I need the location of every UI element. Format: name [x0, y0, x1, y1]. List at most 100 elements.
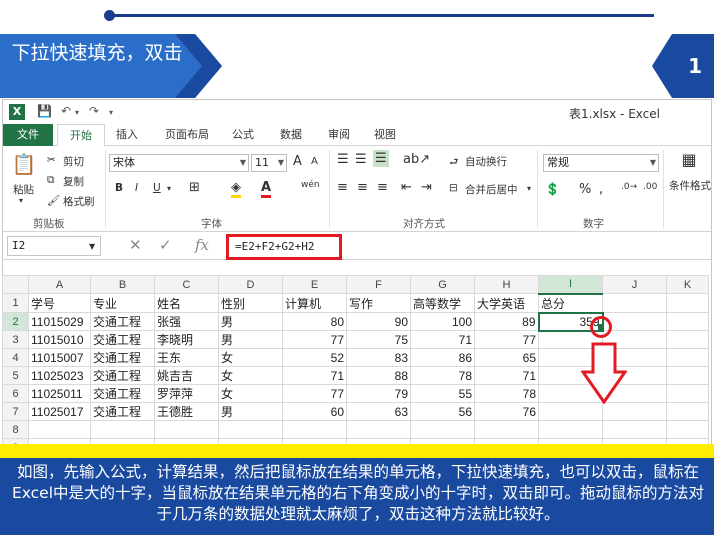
cell[interactable]: 55 — [410, 384, 475, 403]
cell[interactable] — [538, 402, 603, 421]
cell[interactable]: 王东 — [154, 348, 219, 367]
cell[interactable] — [538, 420, 603, 439]
cell[interactable]: 79 — [346, 384, 411, 403]
copy-icon[interactable]: ⧉ — [47, 174, 55, 187]
cell[interactable]: 女 — [218, 384, 283, 403]
row-header[interactable]: 1 — [2, 293, 29, 313]
cell[interactable] — [218, 420, 283, 439]
shrink-font-button[interactable]: A — [311, 156, 318, 167]
enter-icon[interactable]: ✓ — [159, 236, 172, 254]
cell[interactable] — [602, 312, 667, 331]
cell[interactable] — [28, 420, 91, 439]
cell[interactable]: 52 — [282, 348, 347, 367]
cell[interactable]: 男 — [218, 330, 283, 349]
cell[interactable]: 交通工程 — [90, 312, 155, 331]
formula-input[interactable]: =E2+F2+G2+H2 — [235, 240, 314, 253]
underline-dropdown-icon[interactable]: ▾ — [167, 184, 171, 193]
cell[interactable]: 78 — [410, 366, 475, 385]
cell[interactable]: 总分 — [538, 293, 603, 313]
row-header[interactable]: 5 — [2, 366, 29, 385]
column-header[interactable]: B — [90, 275, 155, 294]
cell[interactable]: 计算机 — [282, 293, 347, 313]
cell[interactable]: 张强 — [154, 312, 219, 331]
cell[interactable]: 60 — [282, 402, 347, 421]
cell[interactable]: 75 — [346, 330, 411, 349]
align-bottom-icon[interactable]: ☰ — [373, 150, 389, 167]
cell[interactable]: 63 — [346, 402, 411, 421]
align-middle-icon[interactable]: ☰ — [355, 152, 367, 167]
cut-button[interactable]: 剪切 — [63, 154, 84, 169]
wrap-text-button[interactable]: 自动换行 — [465, 154, 507, 169]
select-all-corner[interactable] — [2, 275, 29, 294]
merge-center-icon[interactable]: ⊟ — [449, 182, 458, 194]
paste-icon[interactable]: 📋 — [11, 152, 37, 178]
cancel-icon[interactable]: ✕ — [129, 236, 142, 254]
redo-icon[interactable]: ↷ — [89, 104, 99, 118]
cell[interactable] — [410, 420, 475, 439]
font-color-icon[interactable]: A — [261, 180, 272, 198]
tab-home[interactable]: 开始 — [57, 124, 105, 147]
cell[interactable]: 86 — [410, 348, 475, 367]
name-box-dropdown-icon[interactable]: ▼ — [89, 242, 95, 251]
font-name-select[interactable]: 宋体 ▼ — [109, 154, 249, 172]
row-header[interactable]: 3 — [2, 330, 29, 349]
cell[interactable]: 88 — [346, 366, 411, 385]
align-left-icon[interactable]: ≡ — [337, 180, 348, 195]
row-header[interactable]: 4 — [2, 348, 29, 367]
cell[interactable]: 交通工程 — [90, 402, 155, 421]
cell[interactable]: 罗萍萍 — [154, 384, 219, 403]
cell[interactable]: 65 — [474, 348, 539, 367]
conditional-formatting-button[interactable]: 条件格式 — [669, 178, 711, 193]
column-header[interactable]: K — [666, 275, 709, 294]
cell[interactable]: 交通工程 — [90, 366, 155, 385]
column-header[interactable]: J — [602, 275, 667, 294]
increase-indent-icon[interactable]: ⇥ — [421, 180, 432, 195]
cell[interactable] — [346, 420, 411, 439]
bold-button[interactable]: B — [115, 182, 123, 194]
cell[interactable]: 90 — [346, 312, 411, 331]
orientation-icon[interactable]: ab↗ — [403, 152, 430, 167]
tab-insert[interactable]: 插入 — [107, 124, 147, 146]
cell[interactable]: 80 — [282, 312, 347, 331]
number-format-select[interactable]: 常规 ▼ — [543, 154, 659, 172]
cell[interactable]: 71 — [282, 366, 347, 385]
grow-font-button[interactable]: A — [293, 154, 302, 169]
paste-button[interactable]: 粘贴 — [13, 182, 34, 197]
cell[interactable]: 89 — [474, 312, 539, 331]
cell[interactable]: 77 — [282, 384, 347, 403]
cut-icon[interactable]: ✂ — [47, 154, 56, 166]
column-header[interactable]: F — [346, 275, 411, 294]
tab-data[interactable]: 数据 — [271, 124, 311, 146]
cell[interactable]: 78 — [474, 384, 539, 403]
cell[interactable]: 专业 — [90, 293, 155, 313]
fill-color-icon[interactable]: ◈ — [231, 180, 241, 198]
cell[interactable]: 71 — [474, 366, 539, 385]
tab-formulas[interactable]: 公式 — [223, 124, 263, 146]
cell[interactable] — [666, 293, 709, 313]
cell[interactable] — [666, 330, 709, 349]
cell[interactable] — [666, 348, 709, 367]
format-painter-button[interactable]: 格式刷 — [63, 194, 95, 209]
underline-button[interactable]: U — [153, 182, 161, 194]
cell[interactable]: 写作 — [346, 293, 411, 313]
percent-button[interactable]: % — [579, 182, 591, 197]
column-header[interactable]: C — [154, 275, 219, 294]
cell[interactable]: 性别 — [218, 293, 283, 313]
cell[interactable]: 56 — [410, 402, 475, 421]
cell[interactable] — [602, 293, 667, 313]
cell[interactable] — [666, 384, 709, 403]
merge-dropdown-icon[interactable]: ▾ — [527, 184, 531, 193]
currency-icon[interactable]: 💲 — [545, 182, 560, 196]
tab-review[interactable]: 审阅 — [319, 124, 359, 146]
cell[interactable] — [666, 420, 709, 439]
undo-dropdown-icon[interactable]: ▾ — [75, 108, 79, 117]
insert-function-icon[interactable]: fx — [195, 236, 209, 254]
column-header[interactable]: H — [474, 275, 539, 294]
cell[interactable]: 交通工程 — [90, 348, 155, 367]
wrap-text-icon[interactable]: ⮐ — [449, 154, 458, 172]
cell[interactable]: 77 — [474, 330, 539, 349]
cell[interactable] — [666, 312, 709, 331]
align-top-icon[interactable]: ☰ — [337, 152, 349, 167]
column-header[interactable]: I — [538, 275, 603, 295]
cell[interactable]: 11015029 — [28, 312, 91, 331]
